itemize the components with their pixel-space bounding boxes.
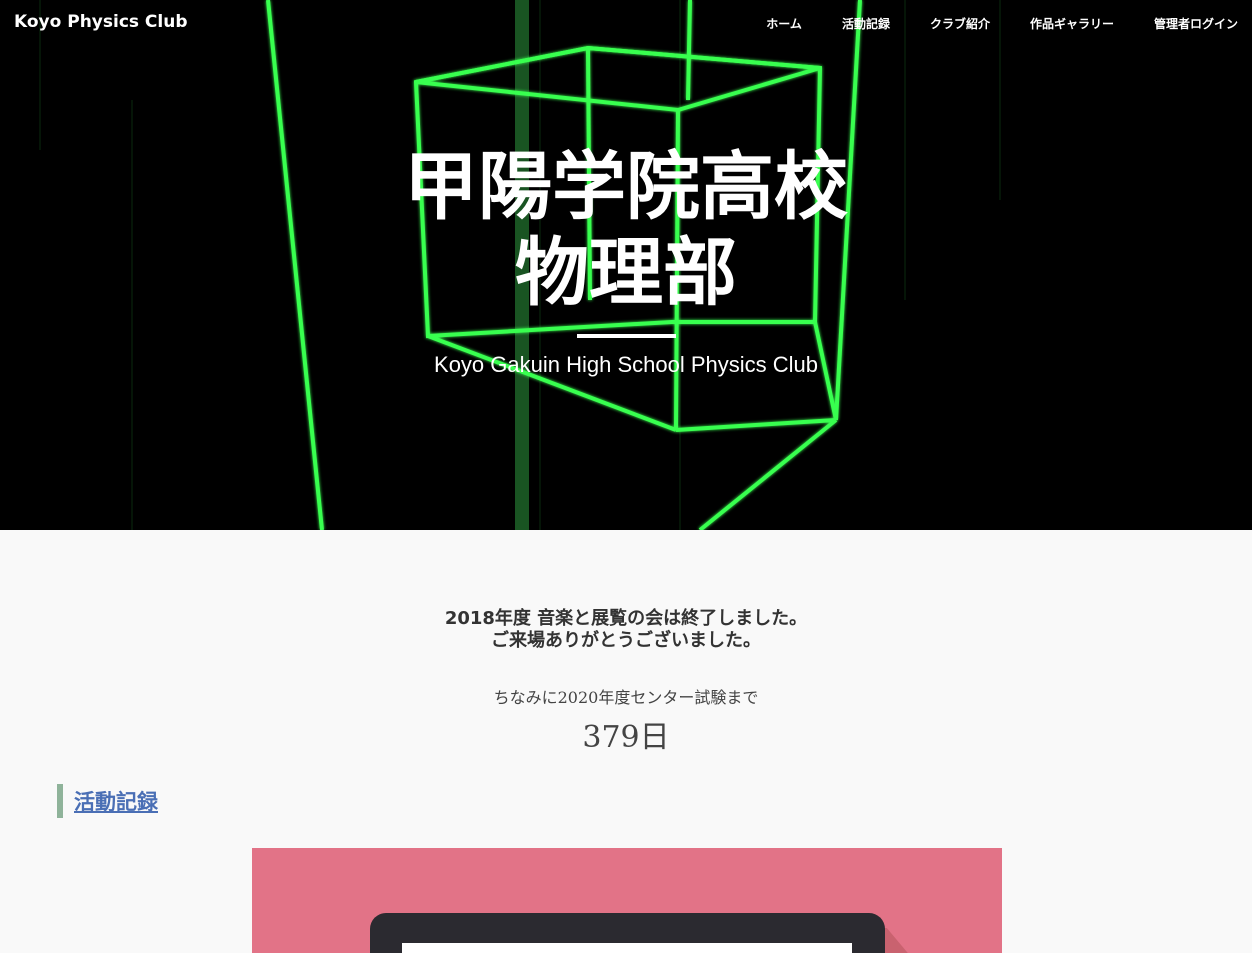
countdown-value: 379日: [582, 720, 670, 755]
nav-item-home[interactable]: ホーム: [766, 15, 802, 32]
laptop-screen: [402, 943, 852, 953]
hero-title-line2: 物理部: [515, 230, 737, 316]
nav-item-club-intro[interactable]: クラブ紹介: [930, 15, 990, 32]
featured-post-image[interactable]: [252, 848, 1002, 953]
notice-line2: ご来場ありがとうございました。: [491, 630, 761, 651]
hero-subtitle: Koyo Gakuin High School Physics Club: [434, 352, 818, 377]
main-nav: ホーム 活動記録 クラブ紹介 作品ギャラリー 管理者ログイン: [726, 15, 1238, 32]
hero-title-line1: 甲陽学院高校: [404, 144, 848, 230]
event-notice: 2018年度 音楽と展覧の会は終了しました。 ご来場ありがとうございました。: [0, 608, 1252, 652]
countdown-label: ちなみに2020年度センター試験まで: [493, 688, 759, 707]
notice-line1: 2018年度 音楽と展覧の会は終了しました。: [444, 608, 808, 629]
hero-title: 甲陽学院高校 物理部: [0, 144, 1252, 316]
site-title-link[interactable]: Koyo Physics Club: [14, 12, 188, 32]
hero-banner: Koyo Physics Club ホーム 活動記録 クラブ紹介 作品ギャラリー…: [0, 0, 1252, 530]
nav-item-admin-login[interactable]: 管理者ログイン: [1154, 15, 1238, 32]
hero-divider: [577, 334, 676, 338]
nav-item-activity-log[interactable]: 活動記録: [842, 15, 890, 32]
activity-log-link[interactable]: 活動記録: [74, 786, 158, 816]
nav-item-gallery[interactable]: 作品ギャラリー: [1030, 15, 1114, 32]
section-heading-activity-log: 活動記録: [57, 784, 158, 818]
